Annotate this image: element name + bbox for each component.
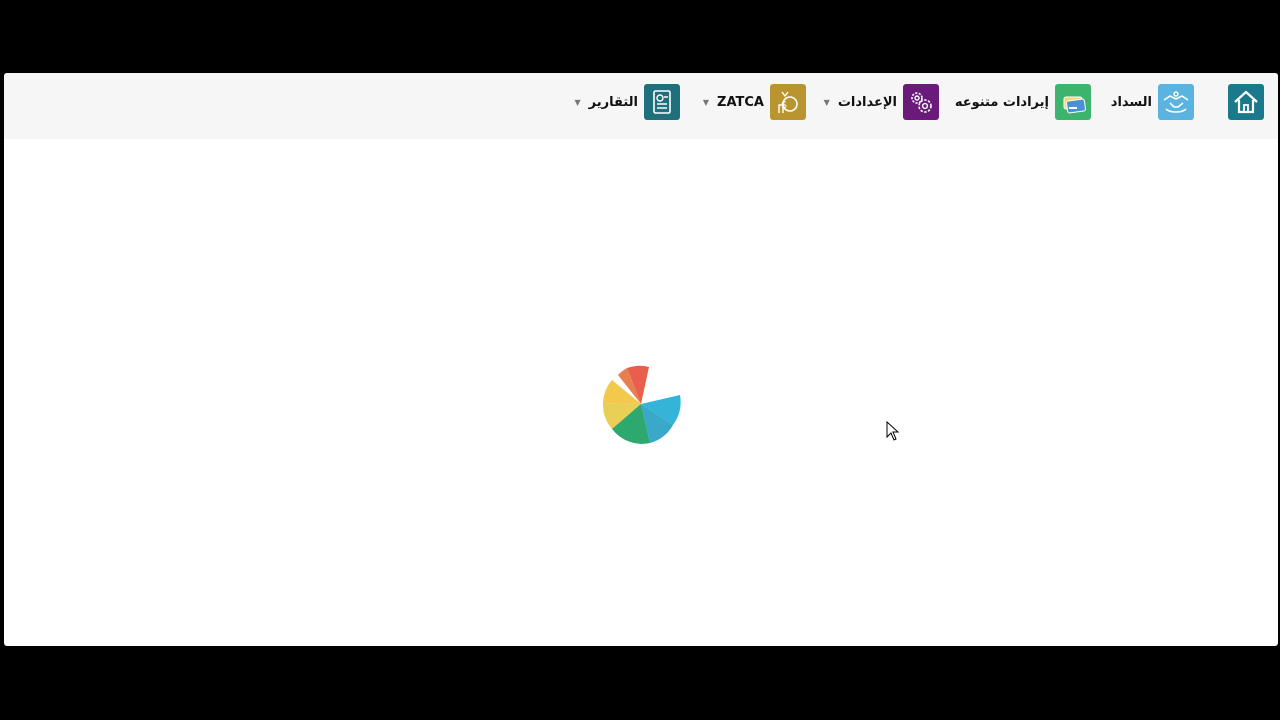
gears-icon	[903, 84, 939, 120]
nav-settings-label: الإعدادات	[837, 94, 897, 110]
handshake-icon	[1158, 84, 1194, 120]
nav-zatca-label: ZATCA	[717, 94, 764, 110]
chevron-down-icon: ▼	[702, 97, 710, 107]
report-icon	[644, 84, 680, 120]
nav-misc-revenue-label: إيرادات متنوعه	[954, 94, 1049, 110]
nav-reports[interactable]: التقارير ▼	[574, 84, 680, 120]
nav-misc-revenue[interactable]: إيرادات متنوعه	[955, 84, 1091, 120]
card-icon	[1055, 84, 1091, 120]
nav-reports-label: التقارير	[588, 94, 638, 110]
chevron-down-icon: ▼	[574, 97, 581, 107]
home-icon	[1228, 84, 1264, 120]
nav-zatca[interactable]: $ ZATCA ▼	[703, 84, 806, 120]
mouse-cursor-icon	[886, 421, 900, 441]
app-window: السداد إيرادات متنوعه الإعدادات ▼ $ ZATC…	[4, 73, 1278, 646]
chevron-down-icon: ▼	[823, 97, 830, 107]
money-bag-icon: $	[770, 84, 806, 120]
nav-payment-label: السداد	[1110, 94, 1152, 110]
nav-settings[interactable]: الإعدادات ▼	[824, 84, 939, 120]
nav-home[interactable]	[1228, 84, 1264, 120]
nav-payment[interactable]: السداد	[1111, 84, 1194, 120]
loading-spinner-icon	[600, 363, 682, 445]
top-navbar: السداد إيرادات متنوعه الإعدادات ▼ $ ZATC…	[4, 73, 1278, 139]
